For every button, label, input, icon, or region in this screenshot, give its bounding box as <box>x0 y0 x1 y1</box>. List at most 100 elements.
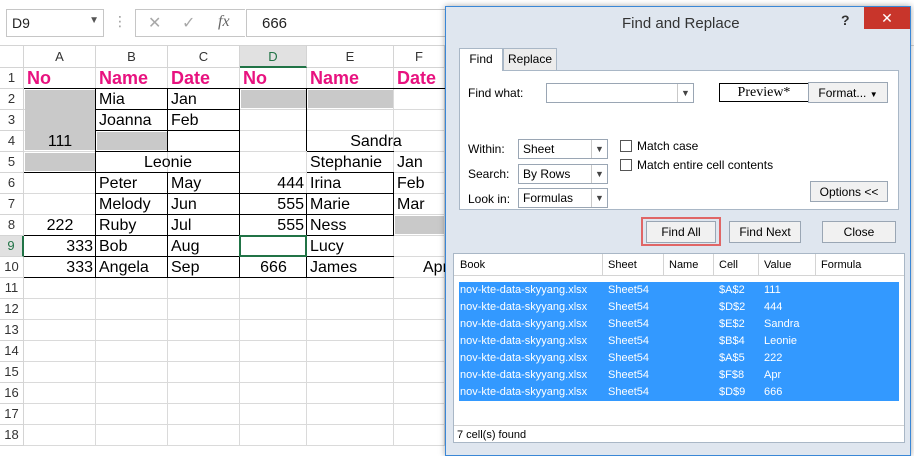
cell-a8[interactable]: 222 <box>24 215 96 236</box>
cell-c10[interactable]: Sep <box>168 257 240 278</box>
row-header-15[interactable]: 15 <box>0 362 24 383</box>
row-header-16[interactable]: 16 <box>0 383 24 404</box>
tab-find[interactable]: Find <box>459 48 503 71</box>
cell-b10[interactable]: Angela <box>96 257 168 278</box>
cell-c7[interactable]: Jun <box>168 194 240 215</box>
close-button[interactable]: Close <box>822 221 896 243</box>
enter-icon[interactable]: ✓ <box>182 13 195 33</box>
cell-e10[interactable]: James <box>307 257 394 278</box>
dialog-title-bar[interactable]: Find and Replace ? ✕ <box>446 7 910 40</box>
search-select[interactable]: By Rows ▼ <box>518 164 608 184</box>
row-header-11[interactable]: 11 <box>0 278 24 299</box>
cell-b6[interactable]: Peter <box>96 173 168 194</box>
cell-b7[interactable]: Melody <box>96 194 168 215</box>
match-case-checkbox[interactable] <box>620 140 632 152</box>
column-header-e[interactable]: E <box>307 46 394 68</box>
row-header-2[interactable]: 2 <box>0 89 24 110</box>
cell-a10[interactable]: 333 <box>24 257 96 278</box>
row-header-4[interactable]: 4 <box>0 131 24 152</box>
chevron-down-icon[interactable]: ▼ <box>591 189 607 207</box>
close-icon[interactable]: ✕ <box>864 7 910 29</box>
chevron-down-icon[interactable]: ▼ <box>677 84 693 102</box>
cell-e9[interactable]: Lucy <box>307 236 394 257</box>
row-header-10[interactable]: 10 <box>0 257 24 278</box>
cell-d10[interactable]: 666 <box>240 257 307 278</box>
col-name[interactable]: Name <box>669 259 698 271</box>
cell-a1[interactable]: No <box>24 68 96 89</box>
column-header-c[interactable]: C <box>168 46 240 68</box>
chevron-down-icon[interactable]: ▼ <box>591 165 607 183</box>
function-icon[interactable]: fx <box>218 13 230 31</box>
result-row[interactable]: nov-kte-data-skyyang.xlsx Sheet54 $F$8 Apr <box>459 367 899 384</box>
cell-d8[interactable]: 555 <box>240 215 307 236</box>
result-row[interactable]: nov-kte-data-skyyang.xlsx Sheet54 $D$2 444 <box>459 299 899 316</box>
cell-f6[interactable]: Feb <box>394 173 445 194</box>
format-button[interactable]: Format... ▼ <box>808 82 888 103</box>
row-header-3[interactable]: 3 <box>0 110 24 131</box>
results-list[interactable]: Book Sheet Name Cell Value Formula nov-k… <box>453 253 905 443</box>
column-header-f[interactable]: F <box>394 46 445 68</box>
col-book[interactable]: Book <box>460 259 485 271</box>
cell-b8[interactable]: Ruby <box>96 215 168 236</box>
column-header-d[interactable]: D <box>240 46 307 68</box>
chevron-down-icon[interactable]: ▼ <box>591 140 607 158</box>
col-sheet[interactable]: Sheet <box>608 259 637 271</box>
col-cell[interactable]: Cell <box>719 259 738 271</box>
cell-c3[interactable]: Feb <box>168 110 240 131</box>
lookin-select[interactable]: Formulas ▼ <box>518 188 608 208</box>
row-header-13[interactable]: 13 <box>0 320 24 341</box>
col-value[interactable]: Value <box>764 259 791 271</box>
cell-d1[interactable]: No <box>240 68 307 89</box>
cell-b1[interactable]: Name <box>96 68 168 89</box>
col-formula[interactable]: Formula <box>821 259 861 271</box>
cell-e1[interactable]: Name <box>307 68 394 89</box>
cell-b5[interactable]: Leonie <box>96 152 240 173</box>
cell-e5[interactable]: Stephanie <box>307 152 394 173</box>
cell-e8[interactable]: Ness <box>307 215 394 236</box>
match-entire-checkbox[interactable] <box>620 159 632 171</box>
row-header-9[interactable]: 9 <box>0 236 24 257</box>
cell-c8[interactable]: Jul <box>168 215 240 236</box>
row-header-7[interactable]: 7 <box>0 194 24 215</box>
cell-e7[interactable]: Marie <box>307 194 394 215</box>
cell-c9[interactable]: Aug <box>168 236 240 257</box>
find-all-button[interactable]: Find All <box>646 221 716 243</box>
result-row[interactable]: nov-kte-data-skyyang.xlsx Sheet54 $E$2 Sand… <box>459 316 899 333</box>
find-what-input[interactable]: ▼ <box>546 83 694 103</box>
result-row[interactable]: nov-kte-data-skyyang.xlsx Sheet54 $B$4 Leon… <box>459 333 899 350</box>
name-box[interactable]: D9 ▼ <box>6 9 104 37</box>
cancel-icon[interactable]: ✕ <box>148 13 161 33</box>
select-all-corner[interactable] <box>0 46 24 68</box>
row-header-12[interactable]: 12 <box>0 299 24 320</box>
row-header-5[interactable]: 5 <box>0 152 24 173</box>
cell-e6[interactable]: Irina <box>307 173 394 194</box>
row-header-18[interactable]: 18 <box>0 425 24 446</box>
row-header-6[interactable]: 6 <box>0 173 24 194</box>
options-button[interactable]: Options << <box>810 181 888 202</box>
chevron-down-icon[interactable]: ▼ <box>89 15 99 26</box>
cell-c6[interactable]: May <box>168 173 240 194</box>
result-row[interactable]: nov-kte-data-skyyang.xlsx Sheet54 $A$5 222 <box>459 350 899 367</box>
cell-a4[interactable]: 111 <box>24 131 96 152</box>
help-icon[interactable]: ? <box>841 12 850 28</box>
tab-replace[interactable]: Replace <box>503 48 557 70</box>
cell-c2[interactable]: Jan <box>168 89 240 110</box>
drag-handle-icon[interactable]: ⋮ <box>113 13 128 30</box>
row-header-17[interactable]: 17 <box>0 404 24 425</box>
cell-f5[interactable]: Jan <box>394 152 445 173</box>
cell-e4[interactable]: Sandra <box>307 131 445 152</box>
cell-a9[interactable]: 333 <box>24 236 96 257</box>
cell-c1[interactable]: Date <box>168 68 240 89</box>
result-row[interactable]: nov-kte-data-skyyang.xlsx Sheet54 $D$9 666 <box>459 384 899 401</box>
within-select[interactable]: Sheet ▼ <box>518 139 608 159</box>
cell-d7[interactable]: 555 <box>240 194 307 215</box>
cell-d6[interactable]: 444 <box>240 173 307 194</box>
cell-f1[interactable]: Date <box>394 68 445 89</box>
row-header-8[interactable]: 8 <box>0 215 24 236</box>
cell-b3[interactable]: Joanna <box>96 110 168 131</box>
row-header-1[interactable]: 1 <box>0 68 24 89</box>
cell-b9[interactable]: Bob <box>96 236 168 257</box>
cell-b2[interactable]: Mia <box>96 89 168 110</box>
cell-f7[interactable]: Mar <box>394 194 445 215</box>
column-header-b[interactable]: B <box>96 46 168 68</box>
